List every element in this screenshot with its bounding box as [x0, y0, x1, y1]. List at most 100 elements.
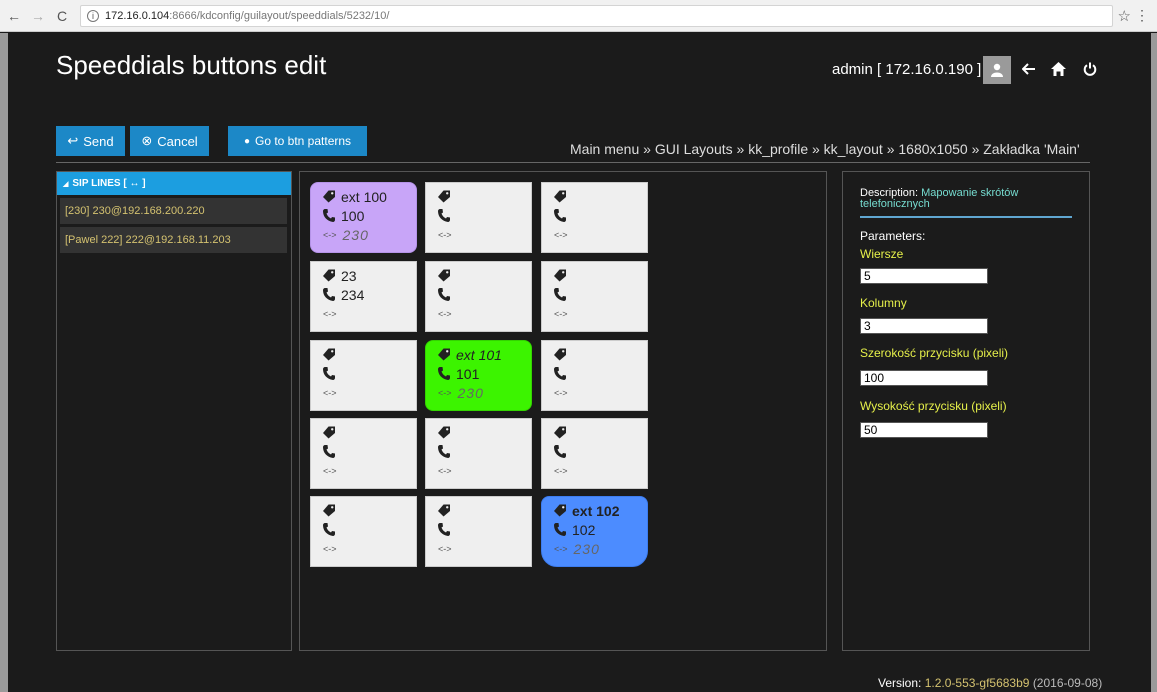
speeddial-line: 230	[573, 540, 600, 557]
speeddial-button[interactable]: 23 234 <->	[310, 261, 417, 332]
height-label: Wysokość przycisku (pixeli)	[860, 399, 1007, 413]
cols-label: Kolumny	[860, 296, 907, 310]
phone-icon	[438, 288, 450, 301]
rows-input[interactable]	[860, 268, 988, 284]
speeddial-number: 234	[341, 286, 365, 303]
phone-icon	[438, 209, 450, 222]
bookmark-star-icon[interactable]: ☆	[1118, 7, 1131, 25]
speeddial-label: ext 101	[456, 346, 502, 363]
tag-icon	[438, 426, 450, 439]
sip-line-item[interactable]: [Pawel 222] 222@192.168.11.203	[60, 227, 287, 253]
speeddial-button[interactable]: <->	[425, 261, 532, 332]
power-icon[interactable]	[1083, 62, 1097, 80]
divider	[56, 162, 1090, 163]
speeddial-button[interactable]: <->	[541, 418, 648, 489]
patterns-button[interactable]: ● Go to btn patterns	[228, 126, 367, 156]
tag-icon	[554, 504, 566, 517]
speeddial-button[interactable]: <->	[425, 418, 532, 489]
speeddial-button[interactable]: <->	[310, 340, 417, 411]
speeddial-label: ext 102	[572, 502, 620, 519]
phone-icon	[323, 445, 335, 458]
speeddial-button[interactable]: <->	[541, 340, 648, 411]
height-input[interactable]	[860, 422, 988, 438]
speeddial-button[interactable]: ext 100 100 <-> 230	[310, 182, 417, 253]
back-arrow-icon[interactable]	[1021, 62, 1036, 80]
speeddial-button[interactable]: ext 101 101 <-> 230	[425, 340, 532, 411]
url-path: :8666/kdconfig/guilayout/speeddials/5232…	[169, 10, 390, 22]
speeddial-label: 23	[341, 267, 357, 284]
parameters-label: Parameters:	[860, 229, 926, 243]
browser-menu-icon[interactable]: ⋮	[1135, 7, 1149, 24]
tag-icon	[438, 504, 450, 517]
speeddial-line: 230	[342, 226, 369, 243]
browser-toolbar: ← → C i 172.16.0.104:8666/kdconfig/guila…	[0, 0, 1157, 32]
line-arrow-icon: <->	[438, 465, 452, 476]
window-right-border	[1151, 33, 1157, 692]
cancel-circle-icon: ⊗	[141, 133, 153, 148]
cancel-button[interactable]: ⊗ Cancel	[130, 126, 209, 156]
tag-icon	[554, 426, 566, 439]
window-left-border	[0, 33, 8, 692]
tag-icon	[323, 190, 335, 203]
address-bar[interactable]: i 172.16.0.104:8666/kdconfig/guilayout/s…	[80, 5, 1113, 27]
tag-icon	[438, 348, 450, 361]
speeddial-button[interactable]: <->	[310, 496, 417, 567]
speeddial-button[interactable]: <->	[310, 418, 417, 489]
line-arrow-icon: <->	[323, 543, 337, 554]
width-label: Szerokość przycisku (pixeli)	[860, 346, 1009, 360]
line-arrow-icon: <->	[554, 543, 568, 554]
line-arrow-icon: <->	[554, 308, 568, 319]
line-arrow-icon: <->	[323, 229, 337, 240]
sip-lines-header[interactable]: ◢ SIP LINES [ ↔ ]	[57, 172, 291, 195]
sip-line-item[interactable]: [230] 230@192.168.200.220	[60, 198, 287, 224]
line-arrow-icon: <->	[554, 465, 568, 476]
version-label: Version:	[878, 676, 922, 690]
speeddial-button[interactable]: <->	[425, 182, 532, 253]
reload-icon[interactable]: C	[52, 6, 72, 26]
speeddial-button[interactable]: <->	[425, 496, 532, 567]
tag-icon	[323, 504, 335, 517]
speeddial-label: ext 100	[341, 188, 387, 205]
forward-icon[interactable]: →	[28, 6, 48, 26]
line-arrow-icon: <->	[438, 543, 452, 554]
width-input[interactable]	[860, 370, 988, 386]
collapse-triangle-icon: ◢	[63, 180, 69, 188]
cols-input[interactable]	[860, 318, 988, 334]
tag-icon	[554, 269, 566, 282]
sip-lines-title: SIP LINES [ ↔ ]	[72, 178, 146, 189]
speeddial-number: 101	[456, 365, 480, 382]
line-arrow-icon: <->	[554, 229, 568, 240]
description: Description: Mapowanie skrótów telefonic…	[860, 188, 1072, 218]
user-icon[interactable]	[983, 56, 1011, 84]
speeddial-button[interactable]: ext 102 102 <-> 230	[541, 496, 648, 567]
version-date: (2016-09-08)	[1032, 676, 1103, 690]
speeddial-number: 102	[572, 521, 596, 538]
phone-icon	[554, 445, 566, 458]
breadcrumb: Main menu » GUI Layouts » kk_profile » k…	[570, 141, 1080, 157]
speeddial-button[interactable]: <->	[541, 182, 648, 253]
tag-icon	[554, 348, 566, 361]
speeddial-button[interactable]: <->	[541, 261, 648, 332]
phone-icon	[323, 209, 335, 222]
phone-icon	[554, 209, 566, 222]
app-content: Speeddials buttons edit admin [ 172.16.0…	[8, 33, 1151, 692]
palette-icon: ●	[243, 135, 250, 147]
tag-icon	[438, 190, 450, 203]
speeddial-number: 100	[341, 207, 365, 224]
tag-icon	[438, 269, 450, 282]
info-icon[interactable]: i	[87, 10, 99, 22]
line-arrow-icon: <->	[554, 387, 568, 398]
home-icon[interactable]	[1051, 62, 1066, 80]
line-arrow-icon: <->	[438, 308, 452, 319]
phone-icon	[554, 367, 566, 380]
back-icon[interactable]: ←	[4, 6, 24, 26]
send-button-label: Send	[83, 133, 114, 149]
phone-icon	[323, 523, 335, 536]
phone-icon	[323, 288, 335, 301]
tag-icon	[323, 426, 335, 439]
rows-label: Wiersze	[860, 247, 904, 261]
cancel-button-label: Cancel	[157, 133, 198, 149]
send-button[interactable]: ↩ Send	[56, 126, 125, 156]
phone-icon	[323, 367, 335, 380]
version-info: Version: 1.2.0-553-gf5683b9 (2016-09-08)	[878, 676, 1102, 690]
